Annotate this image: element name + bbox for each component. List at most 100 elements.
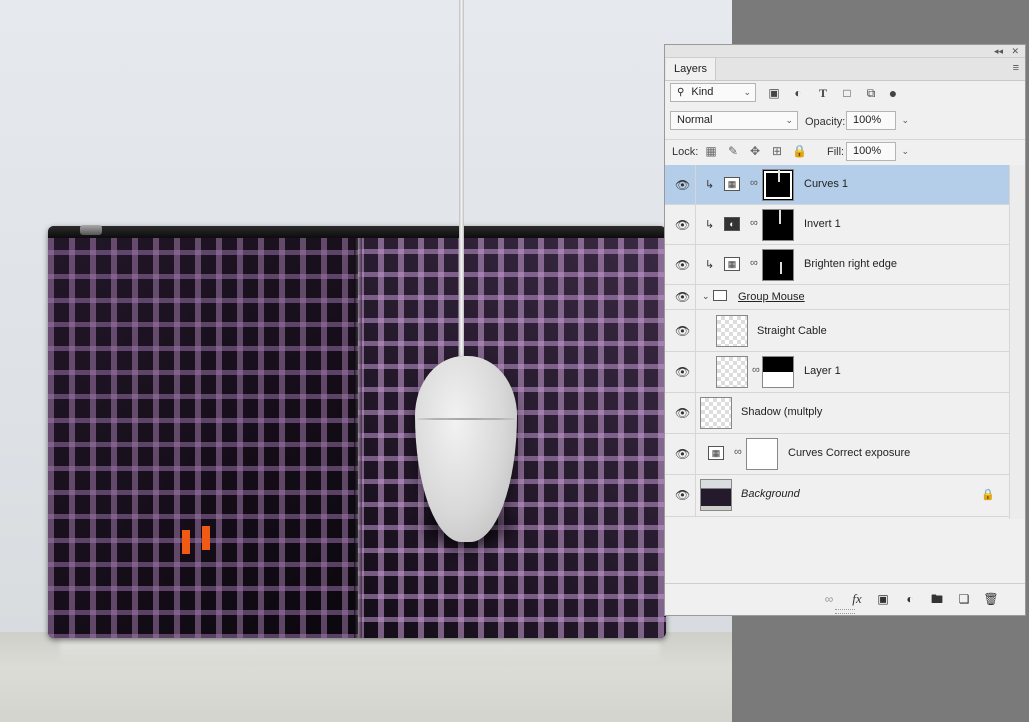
- layers-list: 👁 ↳ ▦ ∞ Curves 1 👁 ↳ ◐ ∞ Invert 1 👁 ↳ ▦ …: [665, 165, 1009, 519]
- layer-thumbnail[interactable]: [716, 356, 748, 388]
- panel-footer: ∞ fx ▣ ◐ 🖿 ❏ 🗑: [665, 583, 1025, 614]
- layer-name[interactable]: Group Mouse: [738, 291, 805, 303]
- new-layer-icon[interactable]: ❏: [956, 592, 972, 606]
- close-panel-button[interactable]: ✕: [1011, 45, 1019, 57]
- link-layers-icon[interactable]: ∞: [821, 592, 837, 606]
- filter-toggle-icon[interactable]: ●: [885, 85, 901, 101]
- chevron-down-icon[interactable]: ⌄: [901, 143, 909, 160]
- pouch-image: [48, 226, 666, 638]
- link-chain-icon[interactable]: ∞: [752, 364, 760, 376]
- layer-row-group-mouse[interactable]: 👁 ⌄ Group Mouse: [665, 285, 1009, 310]
- pouch-grid-left: [48, 226, 358, 638]
- layer-name[interactable]: Curves 1: [804, 178, 848, 190]
- layer-mask-thumbnail[interactable]: [762, 209, 794, 241]
- panel-title-bar[interactable]: ◂◂ ✕: [665, 45, 1025, 58]
- eye-icon[interactable]: 👁: [675, 365, 690, 379]
- lock-label: Lock:: [672, 146, 699, 158]
- layer-row-brighten-right-edge[interactable]: 👁 ↳ ▦ ∞ Brighten right edge: [665, 245, 1009, 285]
- lock-paint-brush-icon[interactable]: ✎: [726, 144, 740, 158]
- lock-position-move-icon[interactable]: ✥: [748, 144, 762, 158]
- type-filter-icon[interactable]: T: [815, 85, 831, 101]
- layers-panel: ◂◂ ✕ Layers ≡ ⚲ Kind ⌄ ▣ ◐ T □ ⧉ ● Norma…: [664, 44, 1026, 616]
- link-chain-icon[interactable]: ∞: [750, 177, 758, 189]
- panel-menu-icon[interactable]: ≡: [1013, 63, 1019, 74]
- zipper-pull: [80, 225, 102, 235]
- layer-row-invert-1[interactable]: 👁 ↳ ◐ ∞ Invert 1: [665, 205, 1009, 245]
- lock-artboard-crop-icon[interactable]: ⊞: [770, 144, 784, 158]
- eye-icon[interactable]: 👁: [675, 178, 690, 192]
- link-chain-icon[interactable]: ∞: [750, 257, 758, 269]
- visibility-column: 👁: [665, 205, 696, 244]
- add-mask-icon[interactable]: ▣: [875, 592, 891, 606]
- eye-icon[interactable]: 👁: [675, 218, 690, 232]
- invert-adjustment-icon: ◐: [724, 217, 740, 231]
- eye-icon[interactable]: 👁: [675, 324, 690, 338]
- chevron-down-icon[interactable]: ⌄: [702, 291, 710, 302]
- search-icon: ⚲: [677, 87, 685, 98]
- lock-row: Lock: ▦ ✎ ✥ ⊞ 🔒 Fill: 100% ⌄: [665, 139, 1025, 162]
- link-chain-icon[interactable]: ∞: [734, 446, 742, 458]
- eye-icon[interactable]: 👁: [675, 488, 690, 502]
- eye-icon[interactable]: 👁: [675, 406, 690, 420]
- visibility-column: 👁: [665, 434, 696, 474]
- layer-mask-thumbnail[interactable]: [746, 438, 778, 470]
- fx-icon[interactable]: fx: [849, 592, 865, 606]
- layer-name[interactable]: Straight Cable: [757, 325, 827, 337]
- opacity-label: Opacity:: [805, 116, 846, 128]
- layers-scrollbar[interactable]: [1009, 165, 1025, 519]
- orange-mark: [202, 526, 210, 550]
- layer-row-curves-1[interactable]: 👁 ↳ ▦ ∞ Curves 1: [665, 165, 1009, 205]
- layer-thumbnail[interactable]: [700, 479, 732, 511]
- layer-name[interactable]: Layer 1: [804, 365, 841, 377]
- layer-mask-thumbnail[interactable]: [762, 356, 794, 388]
- adjustment-filter-icon[interactable]: ◐: [790, 85, 806, 101]
- layer-name[interactable]: Background: [741, 488, 800, 500]
- lock-transparent-icon[interactable]: ▦: [704, 144, 718, 158]
- visibility-column: 👁: [665, 475, 696, 516]
- layer-name[interactable]: Shadow (multply: [741, 406, 822, 418]
- layer-thumbnail[interactable]: [716, 315, 748, 347]
- opacity-input[interactable]: 100% ⌄: [846, 111, 909, 130]
- layer-thumbnail[interactable]: [700, 397, 732, 429]
- resize-grip[interactable]: [835, 609, 855, 614]
- chevron-down-icon[interactable]: ⌄: [901, 112, 909, 129]
- tab-layers[interactable]: Layers: [666, 58, 717, 80]
- layer-row-layer-1[interactable]: 👁 ∞ Layer 1: [665, 352, 1009, 393]
- visibility-column: 👁: [665, 165, 696, 204]
- mouse-button-split: [417, 418, 515, 420]
- table-reflection: [60, 634, 660, 664]
- mask-stroke: [778, 170, 780, 182]
- layer-row-background[interactable]: 👁 Background 🔒: [665, 475, 1009, 517]
- layer-row-curves-correct-exposure[interactable]: 👁 ▦ ∞ Curves Correct exposure: [665, 434, 1009, 475]
- orange-mark: [182, 530, 190, 554]
- layer-mask-thumbnail[interactable]: [762, 249, 794, 281]
- layer-name[interactable]: Brighten right edge: [804, 258, 897, 270]
- new-group-folder-icon[interactable]: 🖿: [929, 592, 945, 606]
- fill-value: 100%: [853, 145, 882, 157]
- layer-row-shadow[interactable]: 👁 Shadow (multply: [665, 393, 1009, 434]
- mask-stroke: [779, 210, 781, 224]
- layer-mask-thumbnail[interactable]: [762, 169, 794, 201]
- new-adjustment-layer-icon[interactable]: ◐: [902, 592, 918, 606]
- visibility-column: 👁: [665, 352, 696, 392]
- image-filter-icon[interactable]: ▣: [766, 85, 782, 101]
- layer-name[interactable]: Curves Correct exposure: [788, 447, 910, 459]
- fill-input[interactable]: 100% ⌄: [846, 142, 909, 161]
- lock-all-padlock-icon[interactable]: 🔒: [792, 144, 807, 158]
- document-canvas[interactable]: [0, 0, 732, 722]
- eye-icon[interactable]: 👁: [675, 258, 690, 272]
- eye-icon[interactable]: 👁: [675, 447, 690, 461]
- visibility-column: 👁: [665, 393, 696, 433]
- eye-icon[interactable]: 👁: [675, 290, 690, 304]
- trash-icon[interactable]: 🗑: [983, 592, 999, 606]
- shape-filter-icon[interactable]: □: [839, 85, 855, 101]
- fill-label: Fill:: [827, 146, 845, 158]
- layer-row-straight-cable[interactable]: 👁 Straight Cable: [665, 310, 1009, 352]
- collapse-panel-button[interactable]: ◂◂: [994, 45, 1003, 57]
- blend-mode-value: Normal: [677, 114, 713, 126]
- blend-mode-dropdown[interactable]: Normal ⌄: [670, 111, 798, 130]
- smart-object-filter-icon[interactable]: ⧉: [863, 85, 879, 101]
- kind-filter-dropdown[interactable]: ⚲ Kind ⌄: [670, 83, 756, 102]
- link-chain-icon[interactable]: ∞: [750, 217, 758, 229]
- layer-name[interactable]: Invert 1: [804, 218, 841, 230]
